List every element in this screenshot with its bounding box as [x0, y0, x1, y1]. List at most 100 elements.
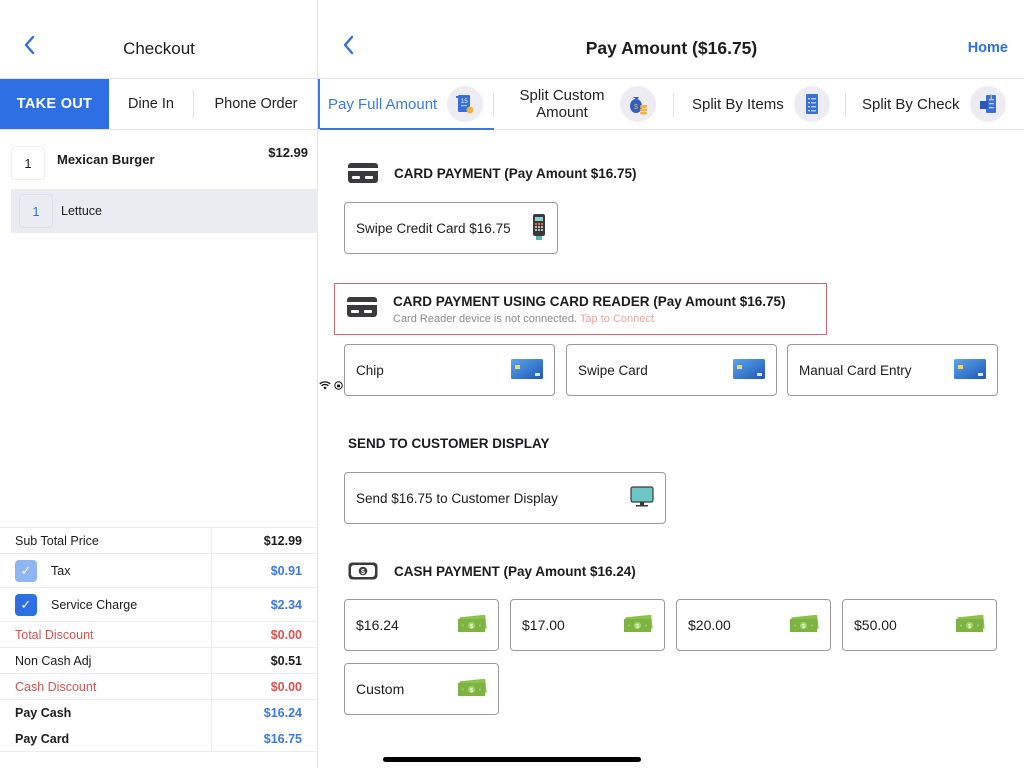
chip-button[interactable]: Chip — [344, 344, 555, 396]
cash-payment-heading: $ CASH PAYMENT (Pay Amount $16.24) — [348, 562, 636, 580]
home-button[interactable]: Home — [968, 40, 1008, 56]
service-charge-row: ✓ Service Charge $2.34 — [0, 588, 318, 622]
item-price: $12.99 — [268, 145, 308, 160]
tab-label: Split By Items — [692, 95, 784, 113]
svg-text:$: $ — [470, 624, 473, 630]
money-bag-icon: $ — [620, 86, 656, 122]
tax-checkbox[interactable]: ✓ — [15, 559, 37, 582]
tab-split-by-check[interactable]: Split By Check — [846, 79, 1022, 129]
button-label: $20.00 — [688, 617, 731, 633]
cash-money-icon: $ — [623, 614, 653, 636]
reader-status-text: Card Reader device is not connected. — [393, 312, 578, 325]
bank-card-icon — [511, 358, 543, 382]
credit-card-icon — [347, 296, 377, 322]
button-label: $17.00 — [522, 617, 565, 633]
button-label: Custom — [356, 681, 405, 697]
tab-phone-order[interactable]: Phone Order — [194, 79, 318, 129]
tab-dine-in[interactable]: Dine In — [109, 79, 193, 129]
pay-card-label: Pay Card — [0, 726, 212, 751]
cash-button-17-00[interactable]: $17.00 $ — [510, 599, 665, 651]
button-label: $50.00 — [854, 617, 897, 633]
card-reader-status: Card Reader device is not connected. Tap… — [393, 313, 786, 325]
tax-value: $0.91 — [270, 563, 302, 578]
list-document-icon — [793, 86, 830, 122]
checkout-title: Checkout — [123, 39, 195, 58]
button-label: Swipe Credit Card $16.75 — [356, 220, 511, 236]
card-reader-title: CARD PAYMENT USING CARD READER (Pay Amou… — [393, 293, 786, 309]
cash-discount-label: Cash Discount — [0, 674, 212, 699]
cash-button-16-24[interactable]: $16.24 $ — [344, 599, 499, 651]
cash-money-icon: $ — [955, 614, 985, 636]
service-charge-value: $2.34 — [270, 597, 302, 612]
button-label: Chip — [356, 362, 384, 378]
home-indicator-bar[interactable] — [383, 757, 641, 762]
svg-text:$: $ — [634, 104, 638, 111]
tab-label: Split Custom Amount — [519, 87, 605, 121]
svg-text:$: $ — [968, 624, 971, 630]
cash-button-custom[interactable]: Custom $ — [344, 663, 499, 715]
tax-label-cell: ✓ Tax — [0, 554, 212, 587]
cash-bill-icon: $ — [348, 562, 378, 580]
send-to-customer-display-button[interactable]: Send $16.75 to Customer Display — [344, 472, 666, 524]
tax-label: Tax — [51, 563, 71, 578]
cash-button-20-00[interactable]: $20.00 $ — [676, 599, 831, 651]
svg-text:$: $ — [470, 688, 473, 694]
total-discount-label: Total Discount — [0, 622, 212, 647]
bank-card-icon — [733, 358, 765, 382]
cash-payment-title: CASH PAYMENT (Pay Amount $16.24) — [394, 563, 636, 579]
card-payment-heading: CARD PAYMENT (Pay Amount $16.75) — [348, 163, 637, 183]
cash-money-icon: $ — [457, 678, 487, 700]
service-charge-label: Service Charge — [51, 597, 138, 612]
tab-take-out[interactable]: TAKE OUT — [0, 79, 109, 129]
pay-card-value: $16.75 — [263, 731, 302, 746]
swipe-credit-card-button[interactable]: Swipe Credit Card $16.75 — [344, 202, 558, 254]
service-charge-checkbox[interactable]: ✓ — [15, 593, 37, 616]
modifier-row[interactable]: 1 Lettuce — [11, 189, 318, 233]
tab-split-custom-amount[interactable]: Split Custom Amount $ — [494, 79, 674, 129]
card-reader-section: CARD PAYMENT USING CARD READER (Pay Amou… — [334, 283, 827, 335]
item-name: Mexican Burger — [57, 152, 155, 167]
customer-display-heading: SEND TO CUSTOMER DISPLAY — [348, 436, 550, 451]
order-type-tabs: TAKE OUT Dine In Phone Order — [0, 78, 318, 130]
checkout-nav-bar: Checkout — [0, 22, 318, 77]
subtotal-value: $12.99 — [263, 533, 302, 548]
monitor-icon — [630, 485, 654, 511]
svg-text:15: 15 — [461, 99, 468, 105]
payment-nav-bar: Pay Amount ($16.75) Home — [319, 22, 1024, 77]
pay-amount-title: Pay Amount ($16.75) — [585, 38, 758, 58]
tap-to-connect-link[interactable]: Tap to Connect — [580, 313, 654, 325]
cash-money-icon: $ — [457, 614, 487, 636]
tab-label: Pay Full Amount — [328, 95, 438, 113]
bank-card-icon — [954, 358, 986, 382]
tab-pay-full-amount[interactable]: Pay Full Amount 15 — [318, 79, 494, 130]
credit-card-icon — [348, 163, 378, 183]
receipt-coin-icon: 15 — [447, 86, 484, 122]
svg-text:$: $ — [802, 624, 805, 630]
non-cash-adj-row: Non Cash Adj $0.51 — [0, 648, 318, 674]
total-discount-value: $0.00 — [270, 627, 302, 642]
svg-text:$: $ — [636, 624, 639, 630]
pay-cash-row: Pay Cash $16.24 — [0, 700, 318, 726]
total-discount-row[interactable]: Total Discount $0.00 — [0, 622, 318, 648]
svg-text:$: $ — [361, 569, 365, 576]
button-label: $16.24 — [356, 617, 399, 633]
modifier-name: Lettuce — [61, 204, 103, 218]
tab-label: Split By Check — [862, 95, 960, 113]
non-cash-adj-value: $0.51 — [270, 653, 302, 668]
cash-button-50-00[interactable]: $50.00 $ — [842, 599, 997, 651]
pay-card-row: Pay Card $16.75 — [0, 726, 318, 752]
pay-cash-label: Pay Cash — [0, 700, 212, 726]
swipe-card-button[interactable]: Swipe Card — [566, 344, 777, 396]
service-charge-label-cell: ✓ Service Charge — [0, 588, 212, 621]
modifier-quantity[interactable]: 1 — [19, 194, 53, 228]
payment-mode-tabs: Pay Full Amount 15 Split Custom Amount $… — [318, 78, 1024, 130]
manual-card-entry-button[interactable]: Manual Card Entry — [787, 344, 998, 396]
tab-split-by-items[interactable]: Split By Items — [674, 79, 846, 129]
cash-discount-value: $0.00 — [270, 679, 302, 694]
cash-money-icon: $ — [789, 614, 819, 636]
subtotal-row: Sub Total Price $12.99 — [0, 528, 318, 554]
item-quantity[interactable]: 1 — [11, 146, 45, 180]
order-item-row[interactable]: 1 Mexican Burger $12.99 — [11, 140, 318, 186]
pay-cash-value: $16.24 — [263, 706, 302, 720]
tax-row: ✓ Tax $0.91 — [0, 554, 318, 588]
